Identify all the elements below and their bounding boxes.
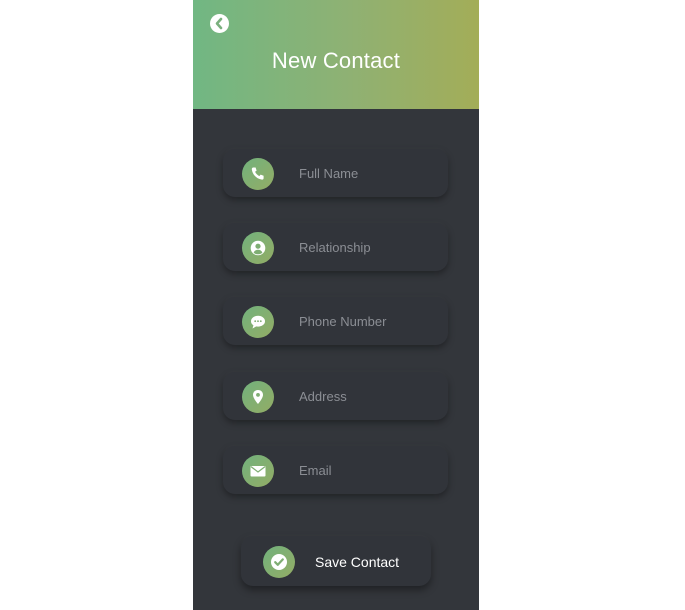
phone-number-field[interactable] <box>223 297 448 345</box>
back-button[interactable] <box>210 14 229 33</box>
relationship-input[interactable] <box>299 235 439 259</box>
address-field[interactable] <box>223 372 448 420</box>
save-contact-button[interactable]: Save Contact <box>241 536 431 586</box>
full-name-input[interactable] <box>299 161 439 185</box>
relationship-field[interactable] <box>223 223 448 271</box>
field-icon-badge <box>242 232 274 264</box>
phone-number-input[interactable] <box>299 309 439 333</box>
page-title: New Contact <box>271 48 401 73</box>
email-field[interactable] <box>223 446 448 494</box>
save-contact-label: Save Contact <box>315 554 400 570</box>
envelope-icon <box>250 466 266 477</box>
user-circle-icon <box>250 240 266 256</box>
map-pin-icon <box>253 390 263 404</box>
field-icon-badge <box>242 381 274 413</box>
field-icon-badge <box>242 455 274 487</box>
check-circle-icon <box>271 554 287 570</box>
email-input[interactable] <box>299 458 439 482</box>
field-icon-badge <box>242 306 274 338</box>
header: New Contact <box>193 0 479 109</box>
save-icon-badge <box>263 546 295 578</box>
address-input[interactable] <box>299 384 439 408</box>
full-name-field[interactable] <box>223 149 448 197</box>
phone-icon <box>251 167 264 180</box>
field-icon-badge <box>242 158 274 190</box>
app-screen: New Contact Full Name Relationship Phone… <box>193 0 479 610</box>
chat-bubble-icon <box>251 315 265 329</box>
back-arrow-circle-icon <box>215 17 223 30</box>
